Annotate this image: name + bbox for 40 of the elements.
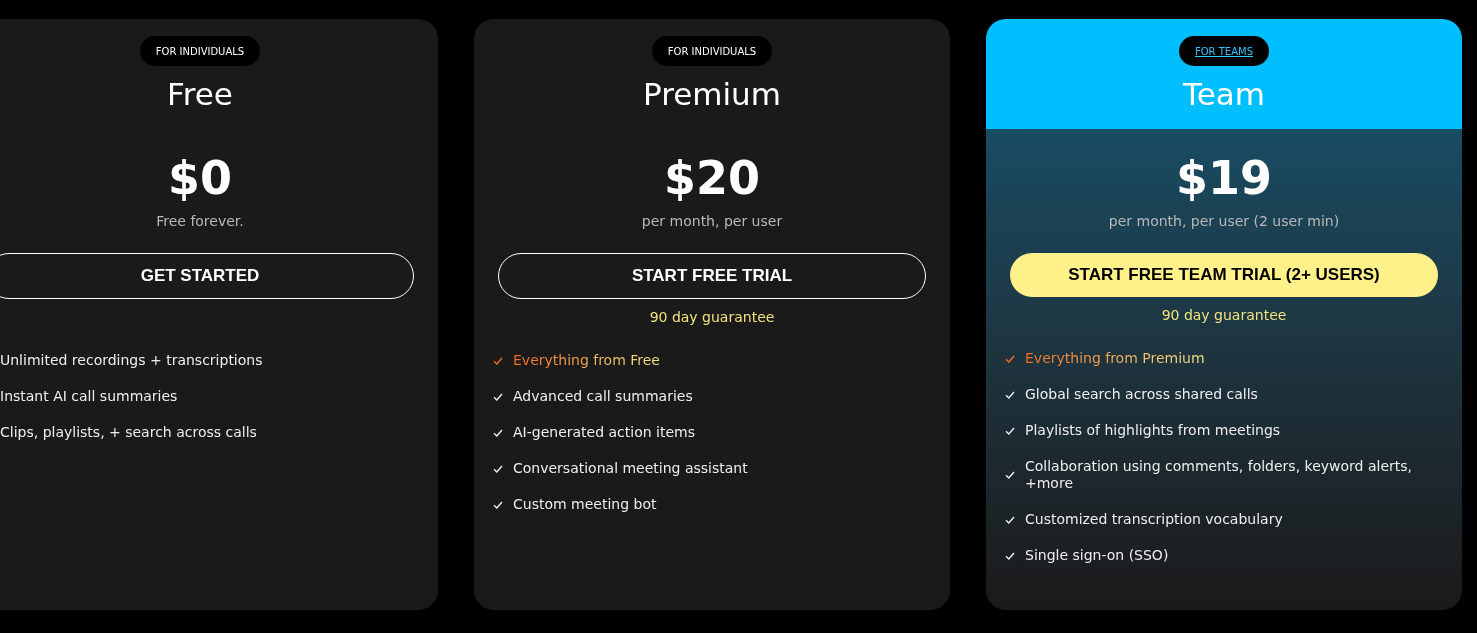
guarantee-text: 90 day guarantee [1161,306,1287,325]
plan-title: Premium [643,75,781,114]
feature-text: Instant AI call summaries [0,388,178,405]
cta-button[interactable]: START FREE TEAM TRIAL (2+ USERS) [1010,253,1438,297]
check-icon [1005,551,1015,560]
plan-title: Free [167,75,233,114]
check-icon [493,500,503,509]
check-icon [1005,426,1015,435]
price-note: Free forever. [156,212,244,230]
feature-text: Collaboration using comments, folders, keyword alerts, +more [1025,458,1413,492]
price-note: per month, per user [641,212,783,230]
check-icon [493,356,503,365]
plan-badge[interactable]: FOR TEAMS [1179,36,1269,66]
plan-price: $19 [1176,150,1272,206]
feature-text: Custom meeting bot [513,496,657,513]
check-icon [1005,471,1015,479]
feature-text: Global search across shared calls [1025,386,1258,403]
check-icon [493,392,503,401]
feature-text: Unlimited recordings + transcriptions [0,352,263,369]
plan-price: $0 [168,150,232,206]
plan-title: Team [1183,75,1265,114]
check-icon [1005,390,1015,399]
feature-text: Playlists of highlights from meetings [1025,422,1281,439]
feature-text: Conversational meeting assistant [513,460,748,477]
check-icon [493,464,503,473]
guarantee-text: 90 day guarantee [649,308,775,327]
feature-text: Clips, playlists, + search across calls [0,424,257,441]
check-icon [493,428,503,437]
feature-text: Customized transcription vocabulary [1025,511,1283,528]
feature-text: Everything from Premium [1025,350,1205,367]
feature-text: Advanced call summaries [513,388,693,405]
check-icon [1005,354,1015,363]
plan-price: $20 [664,150,760,206]
check-icon [1005,515,1015,524]
feature-text: AI-generated action items [513,424,695,441]
feature-text: Everything from Free [513,352,660,369]
feature-text: Single sign-on (SSO) [1025,547,1169,564]
plan-badge: FOR INDIVIDUALS [139,36,261,66]
price-note: per month, per user (2 user min) [1108,212,1340,230]
plan-badge: FOR INDIVIDUALS [651,36,773,66]
